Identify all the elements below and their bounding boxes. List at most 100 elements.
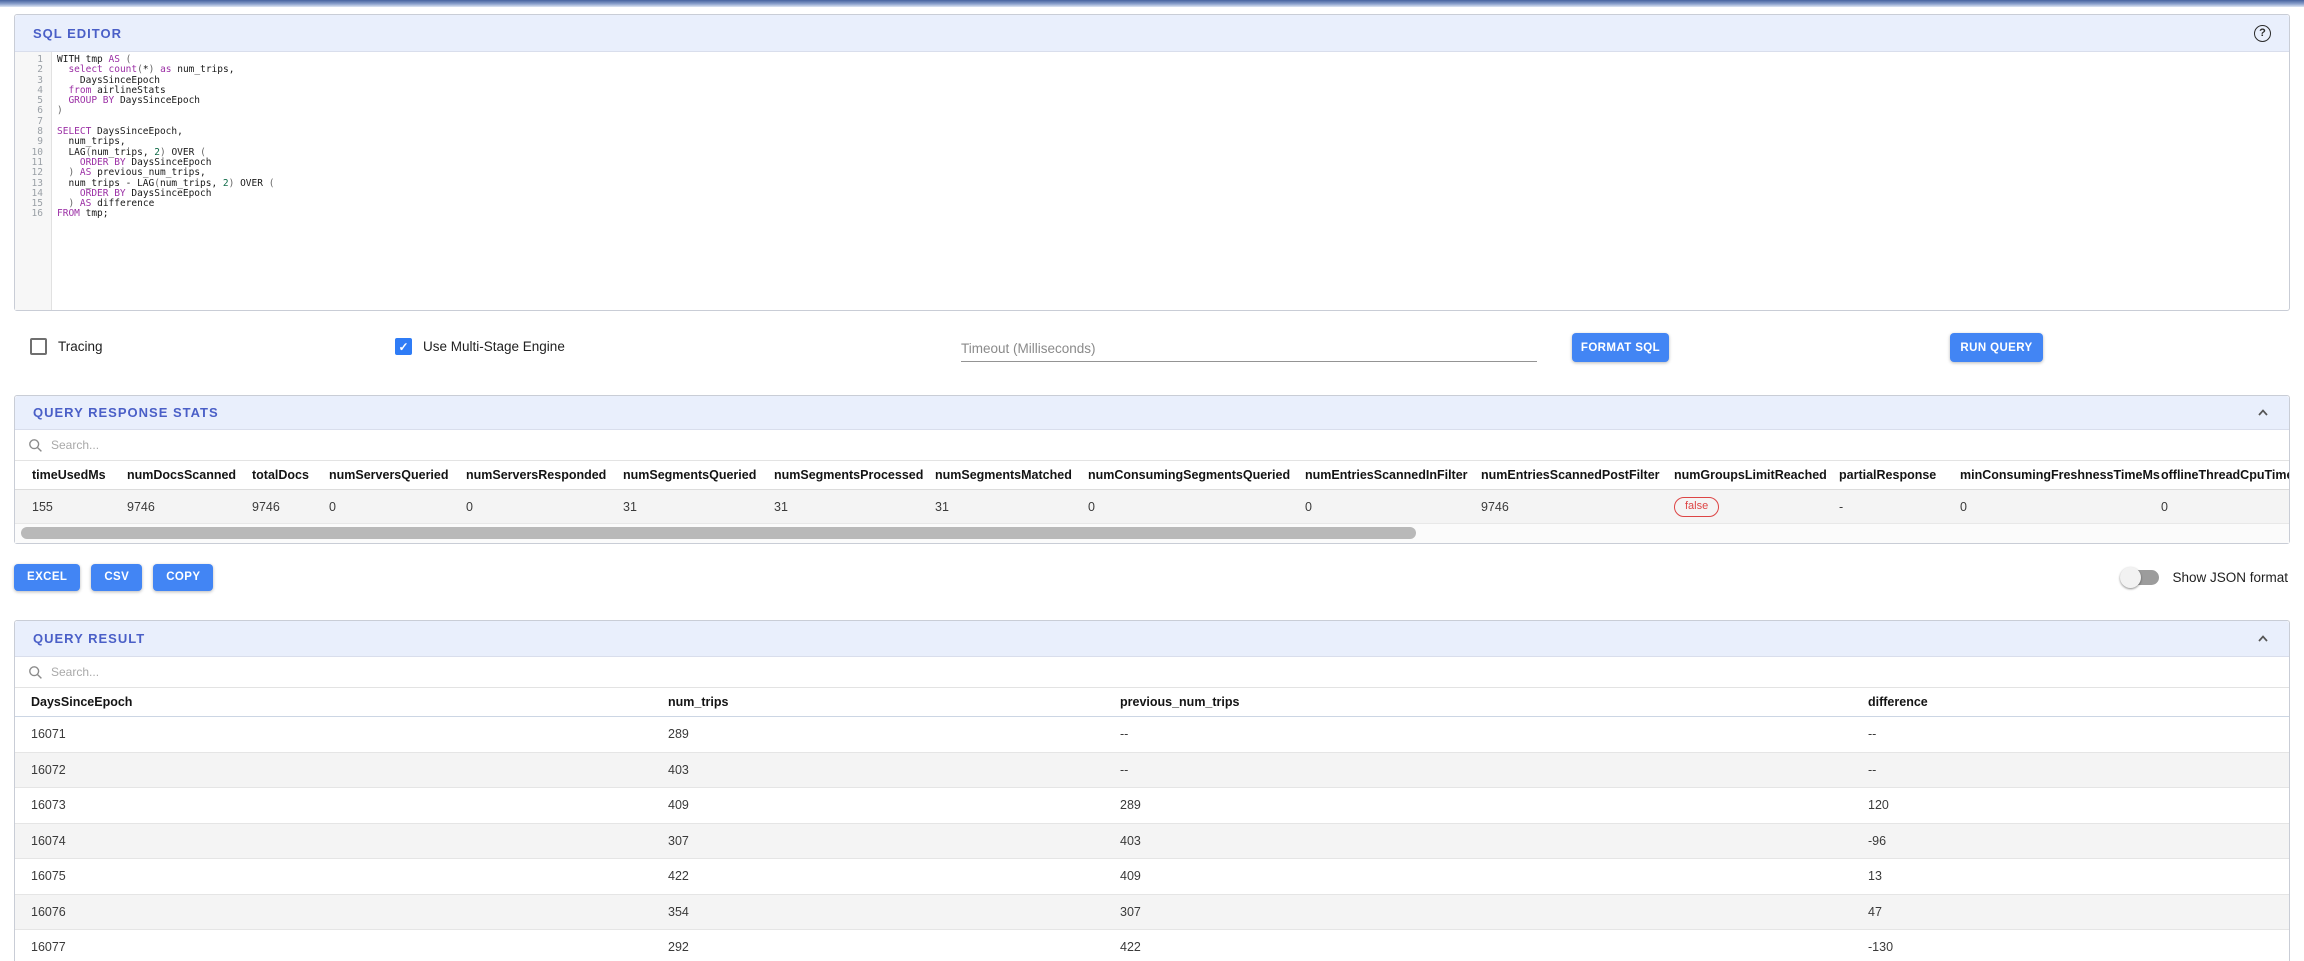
result-cell: --: [1868, 763, 2288, 777]
tracing-checkbox[interactable]: Tracing: [30, 338, 103, 355]
stats-column-header[interactable]: numEntriesScannedPostFilter: [1481, 468, 1674, 482]
code-line: 9 num_trips,: [15, 137, 2289, 147]
chevron-up-icon[interactable]: [2255, 405, 2271, 421]
stats-column-header[interactable]: partialResponse: [1839, 468, 1960, 482]
code-line: 6): [15, 106, 2289, 116]
code-line: 2 select count(*) as num_trips,: [15, 65, 2289, 75]
format-sql-button[interactable]: FORMAT SQL: [1572, 333, 1669, 362]
result-cell: 16076: [31, 905, 668, 919]
line-number: 3: [15, 76, 51, 86]
table-row: 16074307403-96: [15, 824, 2289, 860]
line-number: 5: [15, 96, 51, 106]
app-top-bar: [0, 0, 2304, 7]
multistage-engine-checkbox[interactable]: ✓ Use Multi-Stage Engine: [395, 338, 565, 355]
result-column-header[interactable]: previous_num_trips: [1120, 695, 1868, 709]
stats-column-header[interactable]: totalDocs: [252, 468, 329, 482]
stats-cell: 0: [2161, 500, 2289, 514]
result-cell: 307: [668, 834, 1120, 848]
excel-button[interactable]: EXCEL: [14, 564, 80, 591]
checkbox-checked-icon[interactable]: ✓: [395, 338, 412, 355]
stats-cell: 31: [935, 500, 1088, 514]
line-number: 8: [15, 127, 51, 137]
stats-column-header[interactable]: minConsumingFreshnessTimeMs: [1960, 468, 2161, 482]
result-column-header[interactable]: DaysSinceEpoch: [31, 695, 668, 709]
code-line: 5 GROUP BY DaysSinceEpoch: [15, 96, 2289, 106]
result-cell: -130: [1868, 940, 2288, 954]
toggle-thumb[interactable]: [2120, 567, 2141, 588]
stats-column-header[interactable]: numGroupsLimitReached: [1674, 468, 1839, 482]
sql-code-editor[interactable]: 1WITH tmp AS (2 select count(*) as num_t…: [15, 52, 2289, 310]
stats-column-header[interactable]: numEntriesScannedInFilter: [1305, 468, 1481, 482]
result-cell: --: [1868, 727, 2288, 741]
code-text: FROM tmp;: [51, 209, 109, 219]
scrollbar-thumb[interactable]: [21, 527, 1416, 539]
table-row: 1607635430747: [15, 895, 2289, 931]
stats-header: QUERY RESPONSE STATS: [15, 396, 2289, 430]
line-number: 6: [15, 106, 51, 116]
copy-button[interactable]: COPY: [153, 564, 213, 591]
result-cell: 403: [668, 763, 1120, 777]
stats-column-header[interactable]: numServersQueried: [329, 468, 466, 482]
line-number: 16: [15, 209, 51, 219]
stats-column-header[interactable]: numDocsScanned: [127, 468, 252, 482]
code-line: 14 ORDER BY DaysSinceEpoch: [15, 189, 2289, 199]
code-line: 10 LAG(num_trips, 2) OVER (: [15, 148, 2289, 158]
stats-column-header[interactable]: timeUsedMs: [32, 468, 127, 482]
result-column-header[interactable]: difference: [1868, 695, 2288, 709]
result-cell: --: [1120, 727, 1868, 741]
stats-cell: 9746: [127, 500, 252, 514]
table-row: 1607542240913: [15, 859, 2289, 895]
status-badge: false: [1674, 497, 1719, 517]
result-column-header[interactable]: num_trips: [668, 695, 1120, 709]
chevron-up-icon[interactable]: [2255, 631, 2271, 647]
multistage-engine-label: Use Multi-Stage Engine: [423, 339, 565, 354]
result-cell: 409: [1120, 869, 1868, 883]
result-cell: 16074: [31, 834, 668, 848]
table-row: 16071289----: [15, 717, 2289, 753]
result-cell: --: [1120, 763, 1868, 777]
stats-column-header[interactable]: numSegmentsMatched: [935, 468, 1088, 482]
result-cell: 422: [668, 869, 1120, 883]
checkbox-unchecked-icon[interactable]: [30, 338, 47, 355]
run-query-button[interactable]: RUN QUERY: [1950, 333, 2043, 362]
stats-cell: 0: [1088, 500, 1305, 514]
result-cell: 354: [668, 905, 1120, 919]
code-line: 8SELECT DaysSinceEpoch,: [15, 127, 2289, 137]
timeout-input[interactable]: [961, 336, 1537, 362]
csv-button[interactable]: CSV: [91, 564, 142, 591]
help-icon[interactable]: ?: [2254, 25, 2271, 42]
result-cell: 16071: [31, 727, 668, 741]
result-cell: 47: [1868, 905, 2288, 919]
stats-cell: 0: [1960, 500, 2161, 514]
line-number: 7: [15, 117, 51, 127]
code-line: 15 ) AS difference: [15, 199, 2289, 209]
stats-cell: 0: [1305, 500, 1481, 514]
stats-column-header[interactable]: numConsumingSegmentsQueried: [1088, 468, 1305, 482]
stats-column-header[interactable]: offlineThreadCpuTimeNs: [2161, 468, 2289, 482]
result-title: QUERY RESULT: [33, 631, 145, 646]
query-response-stats-panel: QUERY RESPONSE STATS timeUsedMsnumDocsSc…: [14, 395, 2290, 544]
result-cell: 422: [1120, 940, 1868, 954]
code-line: 11 ORDER BY DaysSinceEpoch: [15, 158, 2289, 168]
horizontal-scrollbar: [15, 524, 2289, 543]
stats-column-header[interactable]: numServersResponded: [466, 468, 623, 482]
stats-cell: 0: [466, 500, 623, 514]
line-number: 1: [15, 55, 51, 65]
table-row: 16073409289120: [15, 788, 2289, 824]
result-search-input[interactable]: [51, 665, 471, 679]
stats-search-row: [15, 430, 2289, 461]
code-line: 13 num_trips - LAG(num_trips, 2) OVER (: [15, 179, 2289, 189]
sql-editor-title: SQL EDITOR: [33, 26, 122, 41]
stats-column-header[interactable]: numSegmentsQueried: [623, 468, 774, 482]
result-cell: 120: [1868, 798, 2288, 812]
stats-cell: 9746: [252, 500, 329, 514]
sql-editor-header: SQL EDITOR ?: [15, 15, 2289, 52]
show-json-toggle[interactable]: [2122, 570, 2159, 585]
stats-column-header[interactable]: numSegmentsProcessed: [774, 468, 935, 482]
result-cell: 16075: [31, 869, 668, 883]
code-line: 3 DaysSinceEpoch: [15, 76, 2289, 86]
table-row: 16072403----: [15, 753, 2289, 789]
show-json-control: Show JSON format: [2122, 570, 2288, 585]
result-cell: 289: [668, 727, 1120, 741]
stats-search-input[interactable]: [51, 438, 471, 452]
